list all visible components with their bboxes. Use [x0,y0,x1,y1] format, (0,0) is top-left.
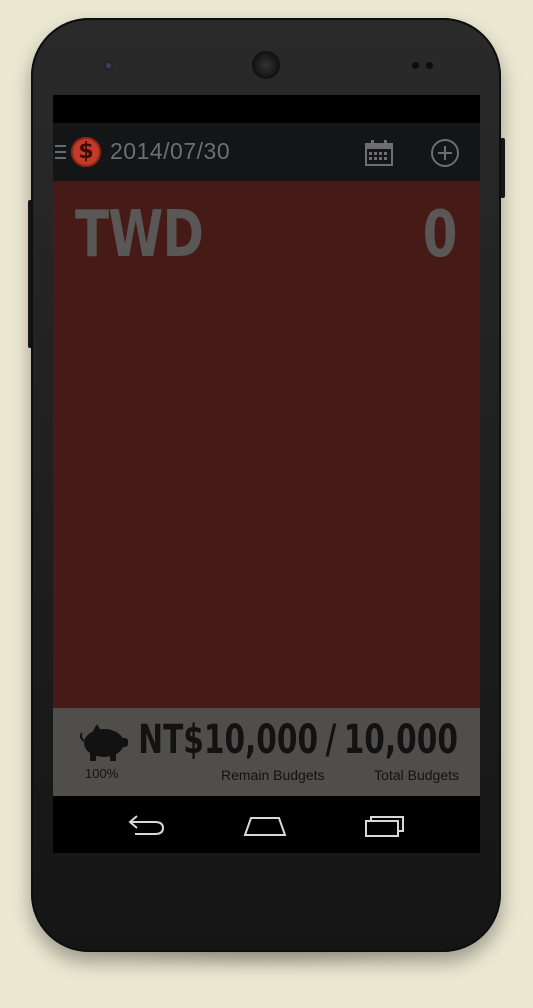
budget-figures: NT$10,000/10,000 [138,720,458,760]
navigation-bar [53,796,480,853]
piggy-bank-icon [79,724,128,761]
remain-budget-value: NT$10,000 [138,717,319,763]
screen: $ 2014/07/30 TWD 0 100% NT$10,000 / 10,0… [53,95,480,853]
remain-budget-label: Remain Budgets [221,767,325,783]
app-bar: $ 2014/07/30 [53,123,480,181]
hamburger-icon[interactable] [55,145,66,159]
date-label[interactable]: 2014/07/30 [110,138,230,165]
device-stage: $ 2014/07/30 TWD 0 100% NT$10,000 / 10,0… [0,0,533,1008]
status-bar [53,95,480,123]
earpiece-speaker [254,53,278,77]
budget-bar[interactable]: 100% NT$10,000/10,000 Remain Budgets Tot… [53,708,480,796]
app-logo[interactable]: $ [71,137,101,167]
calendar-icon[interactable] [365,140,393,166]
recents-icon[interactable] [363,812,407,838]
amount-value: 0 [423,198,458,272]
currency-label[interactable]: TWD [75,203,204,267]
budget-separator: / [325,717,337,763]
front-camera [104,61,113,70]
back-icon[interactable] [125,812,169,838]
expense-display[interactable]: TWD 0 [53,181,480,708]
budget-percent: 100% [85,766,119,781]
light-sensor [426,62,433,69]
home-icon[interactable] [243,812,287,838]
proximity-sensor [412,62,419,69]
add-circle-icon[interactable] [430,138,460,168]
total-budget-value: 10,000 [343,717,458,763]
total-budget-label: Total Budgets [374,767,459,783]
